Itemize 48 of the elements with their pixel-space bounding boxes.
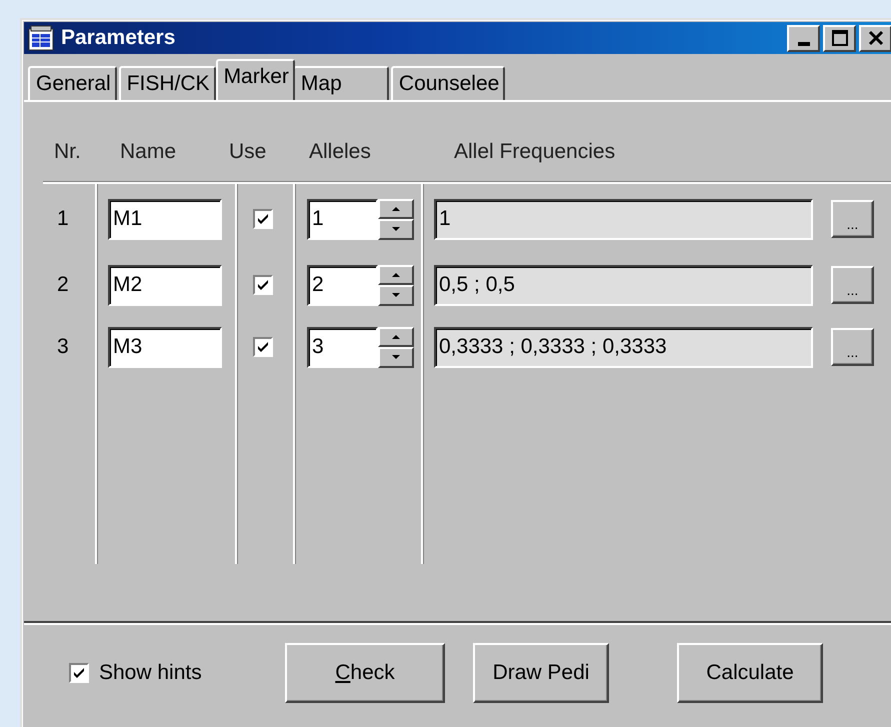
close-icon [868,30,884,46]
maximize-icon [832,30,848,46]
check-icon [257,279,269,291]
column-header: Use [229,140,268,164]
check-icon [257,213,269,225]
column-header: Nr. [54,140,82,164]
minimize-icon [798,42,810,46]
up-arrow-icon [392,206,400,211]
down-arrow-icon [392,293,400,298]
down-arrow-icon [392,227,400,232]
window-icon [28,25,54,51]
minimize-button[interactable] [787,24,820,52]
tab[interactable]: Counselee [390,66,506,100]
check-icon [257,341,269,353]
row-number: 1 [57,207,69,231]
tab[interactable]: FISH/CK [118,66,216,100]
up-arrow-icon [392,334,400,339]
row-number: 3 [57,335,69,359]
tab[interactable]: Marker [216,59,295,100]
frequencies-field[interactable]: 0,3333 ; 0,3333 ; 0,3333 [434,326,813,368]
action-button[interactable]: Check [285,643,445,703]
browse-button[interactable]: ... [831,266,874,304]
checkbox[interactable] [253,209,273,229]
check-icon [73,667,85,679]
down-arrow-icon [392,355,400,360]
column-header: Allel Frequencies [454,140,616,164]
checkbox-label[interactable]: Show hints [99,661,202,685]
close-button[interactable] [859,24,891,52]
tab[interactable]: General [28,66,117,100]
browse-button[interactable]: ... [831,200,874,238]
up-arrow-icon [392,272,400,277]
column-header: Name [120,140,178,164]
browse-button[interactable]: ... [831,328,874,366]
row-number: 2 [57,273,69,297]
window-title: Parameters [61,26,176,50]
action-button[interactable]: Calculate [677,643,823,703]
name-field[interactable]: M2 [108,264,222,306]
checkbox[interactable] [253,337,273,357]
frequencies-field[interactable]: 0,5 ; 0,5 [434,264,813,306]
tab[interactable]: Map [292,66,389,100]
name-field[interactable]: M3 [108,326,222,368]
maximize-button[interactable] [823,24,856,52]
checkbox[interactable] [253,275,273,295]
checkbox[interactable] [69,663,89,683]
frequencies-field[interactable]: 1 [434,198,813,240]
column-header: Alleles [309,140,372,164]
action-button[interactable]: Draw Pedi [473,643,609,703]
name-field[interactable]: M1 [108,198,222,240]
